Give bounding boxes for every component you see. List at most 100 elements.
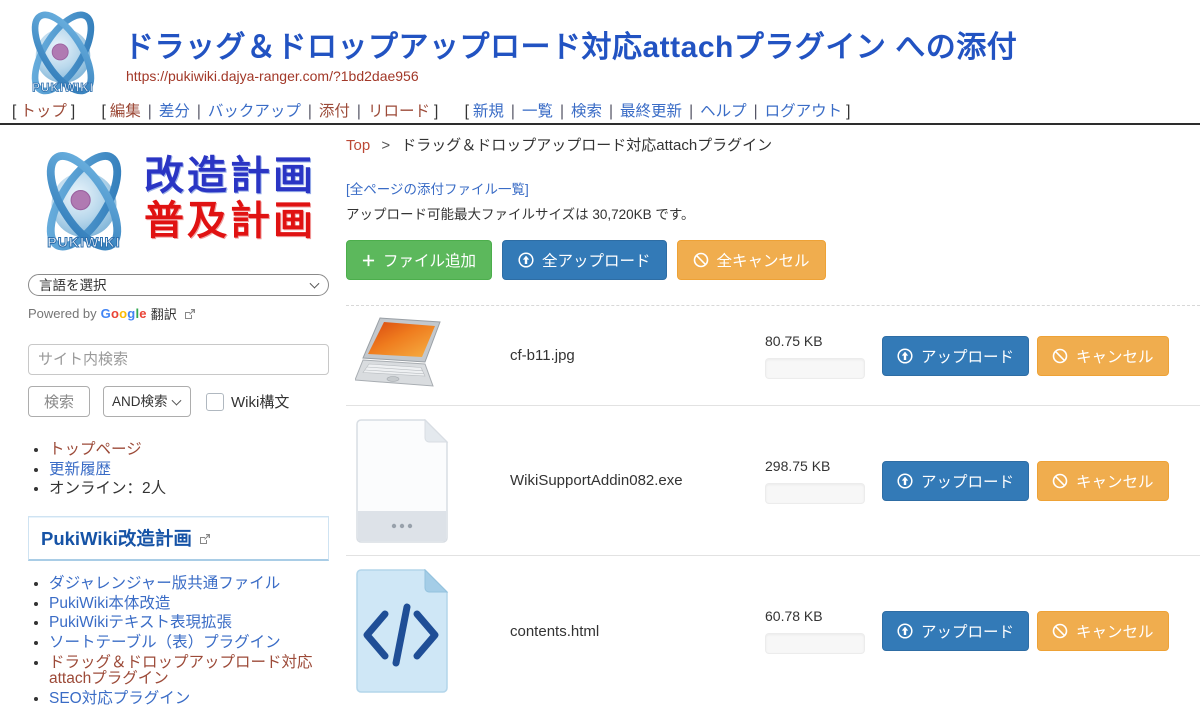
breadcrumb-separator: > xyxy=(381,137,390,154)
file-name: WikiSupportAddin082.exe xyxy=(456,472,714,489)
bracket: [ xyxy=(101,103,105,120)
external-link-icon xyxy=(184,308,196,320)
wiki-syntax-label: Wiki構文 xyxy=(231,391,289,412)
nav-group-site: [新規|一覧|検索|最終更新|ヘルプ|ログアウト] xyxy=(461,103,855,120)
sidebar-logo[interactable]: PUKIWIKI 改造計画 普及計画 xyxy=(28,140,329,258)
file-row: WikiSupportAddin082.exe 298.75 KB アップロード xyxy=(346,406,1200,556)
upload-circle-icon xyxy=(518,252,534,268)
add-files-button[interactable]: ファイル追加 xyxy=(346,240,492,280)
site-search-input[interactable] xyxy=(28,344,329,375)
file-name: cf-b11.jpg xyxy=(456,347,714,364)
upload-button[interactable]: アップロード xyxy=(882,461,1029,501)
upload-all-button[interactable]: 全アップロード xyxy=(502,240,667,280)
powered-by-label: Powered by xyxy=(28,306,97,321)
wiki-syntax-checkbox[interactable] xyxy=(206,393,224,411)
upload-circle-icon xyxy=(897,348,913,364)
language-select-wrap: 言語を選択 xyxy=(28,274,329,296)
file-size-cell: 60.78 KB xyxy=(714,608,882,654)
upload-toolbar: ファイル追加 全アップロード 全キャンセル xyxy=(346,240,1200,280)
upload-circle-icon xyxy=(897,473,913,489)
top-navbar: [トップ] [編集|差分|バックアップ|添付|リロード] [新規|一覧|検索|最… xyxy=(8,99,868,121)
file-actions: アップロード キャンセル xyxy=(882,611,1169,651)
nav-link-attach[interactable]: 添付 xyxy=(319,103,350,120)
logo-line-fukyuu: 普及計画 xyxy=(144,199,316,244)
sidebar-link-core-mod[interactable]: PukiWiki本体改造 xyxy=(49,595,170,612)
powered-by-google: Powered by Google 翻訳 xyxy=(28,304,329,323)
svg-text:PUKIWIKI: PUKIWIKI xyxy=(47,234,121,250)
nav-link-diff[interactable]: 差分 xyxy=(159,103,190,120)
generic-file-icon xyxy=(355,419,449,543)
language-select[interactable]: 言語を選択 xyxy=(28,274,329,296)
sidebar-link-text-ext[interactable]: PukiWikiテキスト表現拡張 xyxy=(49,614,232,631)
all-attachments-link[interactable]: [全ページの添付ファイル一覧] xyxy=(346,182,529,197)
nav-link-logout[interactable]: ログアウト xyxy=(765,103,843,120)
nav-link-new[interactable]: 新規 xyxy=(473,103,504,120)
cancel-button[interactable]: キャンセル xyxy=(1037,336,1169,376)
bracket: [ xyxy=(12,103,16,120)
list-item: ドラッグ＆ドロップアップロード対応attachプラグイン xyxy=(49,655,329,688)
max-upload-size-text: アップロード可能最大ファイルサイズは 30,720KB です。 xyxy=(346,203,1200,223)
breadcrumb-top-link[interactable]: Top xyxy=(346,137,370,154)
upload-progress-bar xyxy=(765,633,865,654)
sidebar-link-dnd-attach[interactable]: ドラッグ＆ドロップアップロード対応attachプラグイン xyxy=(49,654,313,688)
bracket: [ xyxy=(465,103,469,120)
file-name: contents.html xyxy=(456,623,714,640)
pukiwiki-kaizou-link[interactable]: PukiWiki改造計画 xyxy=(41,528,192,549)
nav-link-help[interactable]: ヘルプ xyxy=(700,103,747,120)
ban-circle-icon xyxy=(1052,473,1068,489)
pipe: | xyxy=(609,103,613,120)
list-item: 更新履歴 xyxy=(49,461,329,480)
nav-link-top[interactable]: トップ xyxy=(20,103,67,120)
atom-icon: PUKIWIKI xyxy=(16,4,110,98)
bracket: ] xyxy=(434,103,438,120)
pukiwiki-logo[interactable]: PUKIWIKI xyxy=(16,4,110,100)
translate-link[interactable]: 翻訳 xyxy=(151,304,177,323)
breadcrumb-current: ドラッグ＆ドロップアップロード対応attachプラグイン xyxy=(401,137,772,154)
ban-circle-icon xyxy=(1052,623,1068,639)
online-count: オンライン：2人 xyxy=(49,480,166,497)
file-thumbnail-cell xyxy=(346,316,456,396)
laptop-photo-thumbnail xyxy=(355,316,451,396)
sidebar-link-sort-table[interactable]: ソートテーブル（表）プラグイン xyxy=(49,634,281,651)
external-link-icon xyxy=(199,533,211,545)
pipe: | xyxy=(197,103,201,120)
header-divider xyxy=(0,123,1200,125)
pipe: | xyxy=(148,103,152,120)
nav-link-backup[interactable]: バックアップ xyxy=(208,103,301,120)
upload-circle-icon xyxy=(897,623,913,639)
nav-group-top: [トップ] xyxy=(8,103,79,120)
upload-button[interactable]: アップロード xyxy=(882,611,1029,651)
upload-progress-bar xyxy=(765,483,865,504)
sidebar-links-top: トップページ 更新履歴 オンライン：2人 xyxy=(28,441,329,499)
file-row: contents.html 60.78 KB アップロード xyxy=(346,556,1200,706)
pipe: | xyxy=(308,103,312,120)
upload-file-list: cf-b11.jpg 80.75 KB アップロード xyxy=(346,305,1200,706)
sidebar-link-update-history[interactable]: 更新履歴 xyxy=(49,461,111,478)
cancel-all-button[interactable]: 全キャンセル xyxy=(677,240,826,280)
cancel-button[interactable]: キャンセル xyxy=(1037,611,1169,651)
nav-link-list[interactable]: 一覧 xyxy=(522,103,553,120)
file-actions: アップロード キャンセル xyxy=(882,336,1169,376)
file-thumbnail-cell xyxy=(346,419,456,543)
file-thumbnail-cell xyxy=(346,569,456,693)
cancel-button[interactable]: キャンセル xyxy=(1037,461,1169,501)
nav-link-reload[interactable]: リロード xyxy=(368,103,430,120)
nav-link-search[interactable]: 検索 xyxy=(571,103,602,120)
html-file-icon xyxy=(355,569,449,693)
nav-link-edit[interactable]: 編集 xyxy=(110,103,141,120)
sidebar-link-toppage[interactable]: トップページ xyxy=(49,441,142,458)
list-item: SEO対応プラグイン xyxy=(49,691,329,708)
nav-link-recent[interactable]: 最終更新 xyxy=(620,103,682,120)
pipe: | xyxy=(560,103,564,120)
logo-line-kaizou: 改造計画 xyxy=(144,154,316,199)
breadcrumb: Top > ドラッグ＆ドロップアップロード対応attachプラグイン xyxy=(346,134,1200,155)
file-size-cell: 80.75 KB xyxy=(714,333,882,379)
page-title: ドラッグ＆ドロップアップロード対応attachプラグイン への添付 xyxy=(124,22,1017,66)
upload-button[interactable]: アップロード xyxy=(882,336,1029,376)
plus-icon xyxy=(362,254,375,267)
sidebar-link-common-files[interactable]: ダジャレンジャー版共通ファイル xyxy=(49,575,280,592)
nav-group-page: [編集|差分|バックアップ|添付|リロード] xyxy=(97,103,442,120)
search-mode-select[interactable]: AND検索 xyxy=(103,386,191,417)
search-button[interactable]: 検索 xyxy=(28,386,90,417)
sidebar-link-seo[interactable]: SEO対応プラグイン xyxy=(49,690,190,707)
